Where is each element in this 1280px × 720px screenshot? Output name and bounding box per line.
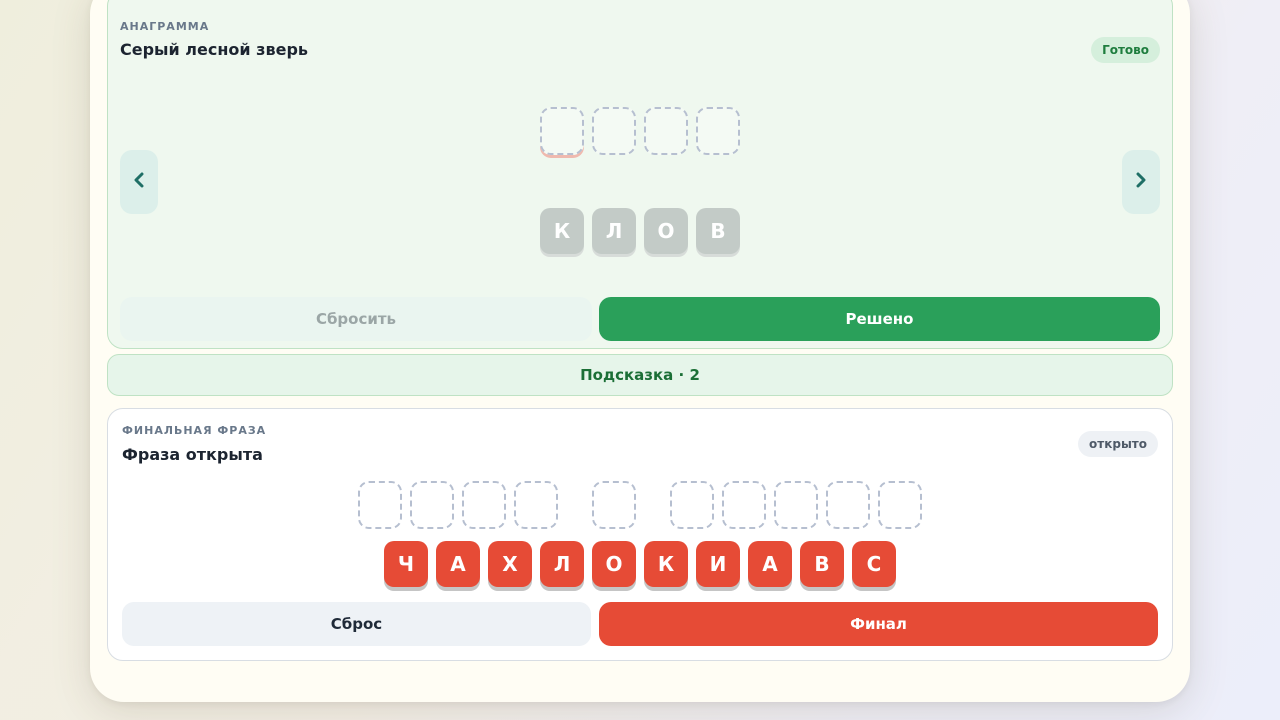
phrase-slot[interactable] (462, 481, 506, 529)
chevron-right-icon (1133, 172, 1149, 192)
phrase-slot[interactable] (670, 481, 714, 529)
chevron-left-icon (131, 172, 147, 192)
phrase-slot[interactable] (826, 481, 870, 529)
phrase-slot[interactable] (514, 481, 558, 529)
letter-tile[interactable]: Л (592, 208, 636, 254)
phrase-slot[interactable] (410, 481, 454, 529)
final-title: Фраза открыта (122, 445, 263, 464)
reset-phrase-button[interactable]: Сброс (122, 602, 591, 646)
anagram-card: АНАГРАММА Серый лесной зверь Готово К Л … (107, 0, 1173, 349)
final-phrase-card: ФИНАЛЬНАЯ ФРАЗА Фраза открыта открыто Ч … (107, 408, 1173, 661)
reset-button[interactable]: Сбросить (120, 297, 592, 341)
phrase-slot[interactable] (722, 481, 766, 529)
letter-tile[interactable]: А (748, 541, 792, 587)
prev-button[interactable] (120, 150, 158, 214)
answer-slot[interactable] (644, 107, 688, 155)
phrase-slot[interactable] (358, 481, 402, 529)
letter-tile[interactable]: И (696, 541, 740, 587)
letter-tile[interactable]: О (644, 208, 688, 254)
final-kicker: ФИНАЛЬНАЯ ФРАЗА (122, 424, 267, 437)
next-button[interactable] (1122, 150, 1160, 214)
final-button[interactable]: Финал (599, 602, 1158, 646)
letter-tile[interactable]: К (540, 208, 584, 254)
letter-tile[interactable]: Ч (384, 541, 428, 587)
answer-slot[interactable] (540, 107, 584, 155)
phrase-slot[interactable] (878, 481, 922, 529)
status-badge: Готово (1091, 37, 1160, 63)
anagram-title: Серый лесной зверь (120, 40, 309, 59)
letter-tile[interactable]: Л (540, 541, 584, 587)
status-badge: открыто (1078, 431, 1158, 457)
letter-tile[interactable]: С (852, 541, 896, 587)
answer-slot[interactable] (592, 107, 636, 155)
phrase-slot[interactable] (774, 481, 818, 529)
solved-button[interactable]: Решено (599, 297, 1160, 341)
letter-tile[interactable]: Х (488, 541, 532, 587)
answer-slot[interactable] (696, 107, 740, 155)
letter-tile[interactable]: В (800, 541, 844, 587)
letter-tile[interactable]: К (644, 541, 688, 587)
letter-tile[interactable]: В (696, 208, 740, 254)
phrase-slot[interactable] (592, 481, 636, 529)
letter-tile[interactable]: А (436, 541, 480, 587)
hint-button[interactable]: Подсказка · 2 (107, 354, 1173, 396)
letter-tile[interactable]: О (592, 541, 636, 587)
anagram-kicker: АНАГРАММА (120, 20, 210, 33)
